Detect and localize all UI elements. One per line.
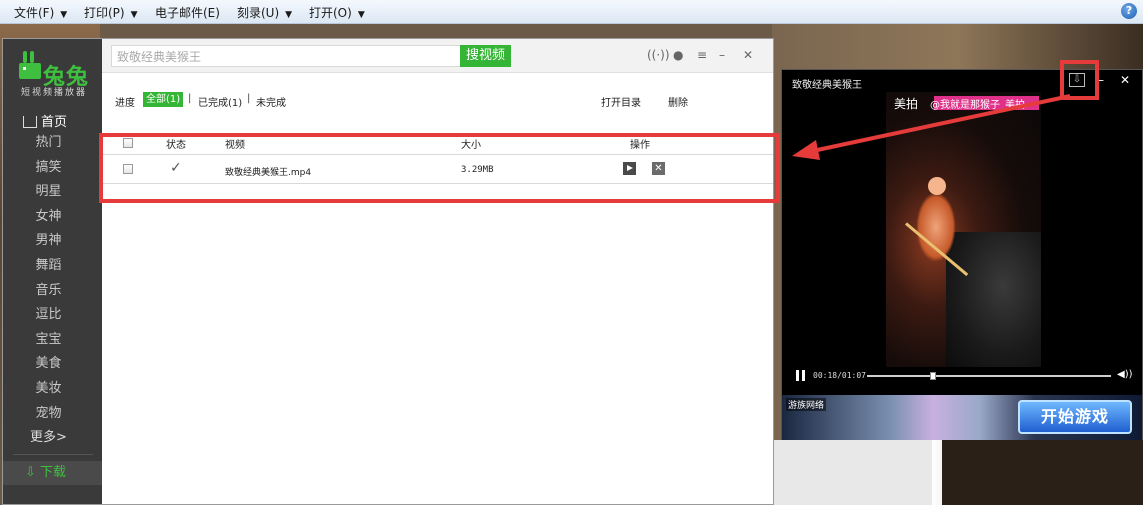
sidebar-item-stars[interactable]: 明星: [3, 180, 102, 205]
delete-button[interactable]: 删除: [668, 94, 688, 109]
menu-icon[interactable]: ≡: [697, 48, 707, 62]
progress-bar[interactable]: [867, 372, 1111, 380]
sidebar: 兔兔 短视频播放器 首页 热门 搞笑 明星 女神 男神 舞蹈 音乐 逗比 宝宝 …: [3, 39, 102, 504]
menu-file[interactable]: 文件(F) ▼: [14, 4, 67, 21]
pause-icon[interactable]: [796, 370, 805, 381]
home-icon: [23, 116, 37, 128]
top-bar: 搜视频 ((·)) ● ≡ – ✕: [102, 39, 773, 73]
close-icon[interactable]: ✕: [1120, 73, 1130, 87]
sidebar-item-food[interactable]: 美食: [3, 352, 102, 377]
divider: [13, 454, 93, 455]
sidebar-item-pets[interactable]: 宠物: [3, 402, 102, 427]
start-game-button[interactable]: 开始游戏: [1018, 400, 1132, 434]
help-icon[interactable]: ?: [1121, 3, 1137, 19]
time-display: 00:18/01:07: [813, 371, 866, 380]
audience-silhouette: [946, 232, 1041, 367]
filter-completed[interactable]: 已完成(1): [198, 94, 242, 109]
game-ad-banner[interactable]: 游族网络 开始游戏: [782, 395, 1142, 440]
sidebar-item-hot[interactable]: 热门: [3, 131, 102, 156]
sidebar-item-male-idol[interactable]: 男神: [3, 229, 102, 254]
annotation-arrow: [792, 94, 1071, 160]
menu-print[interactable]: 打印(P) ▼: [84, 4, 138, 21]
sidebar-item-dance[interactable]: 舞蹈: [3, 254, 102, 279]
player-title: 致敬经典美猴王: [792, 80, 862, 91]
volume-icon[interactable]: ◀)): [1117, 369, 1133, 380]
performer-figure: [916, 192, 956, 262]
filter-all[interactable]: 全部(1): [143, 92, 184, 107]
explorer-menubar: 文件(F) ▼ 打印(P) ▼ 电子邮件(E) 刻录(U) ▼ 打开(O) ▼ ?: [0, 0, 1143, 24]
sidebar-item-funny[interactable]: 搞笑: [3, 156, 102, 181]
chevron-down-icon: ▼: [60, 10, 68, 20]
sidebar-item-goddess[interactable]: 女神: [3, 205, 102, 230]
player-controls: 00:18/01:07 ◀)): [782, 366, 1143, 386]
chevron-down-icon: ▼: [130, 10, 138, 20]
chevron-down-icon: ▼: [357, 10, 365, 20]
rabbit-logo-icon: [19, 51, 41, 79]
sidebar-item-music[interactable]: 音乐: [3, 279, 102, 304]
chat-icon[interactable]: ●: [673, 48, 683, 62]
close-icon[interactable]: ✕: [743, 48, 753, 62]
annotation-highlight: [99, 133, 780, 203]
chevron-down-icon: ▼: [285, 10, 293, 20]
app-logo: 兔兔 短视频播放器: [17, 47, 97, 103]
search-input[interactable]: [111, 45, 461, 67]
sidebar-item-home[interactable]: 首页: [23, 111, 67, 130]
download-panel: 搜视频 ((·)) ● ≡ – ✕ 进度 全部(1) | 已完成(1) | 未完…: [102, 39, 773, 504]
sidebar-item-makeup[interactable]: 美妆: [3, 377, 102, 402]
performer-head: [928, 177, 946, 195]
filter-separator: |: [247, 93, 251, 104]
open-folder-button[interactable]: 打开目录: [601, 94, 641, 109]
filter-separator: |: [188, 93, 192, 104]
sidebar-item-download[interactable]: ⇩ 下载: [3, 461, 102, 485]
sidebar-item-baby[interactable]: 宝宝: [3, 328, 102, 353]
menu-open[interactable]: 打开(O) ▼: [309, 4, 365, 21]
logo-subtitle: 短视频播放器: [21, 88, 88, 98]
sidebar-item-comedy[interactable]: 逗比: [3, 303, 102, 328]
ad-brand: 游族网络: [786, 398, 827, 411]
filter-bar: 进度 全部(1) | 已完成(1) | 未完成 打开目录 删除: [102, 73, 773, 125]
search-button[interactable]: 搜视频: [460, 45, 511, 67]
filter-incomplete[interactable]: 未完成: [256, 94, 286, 109]
minimize-icon[interactable]: –: [719, 48, 725, 62]
sidebar-nav: 热门 搞笑 明星 女神 男神 舞蹈 音乐 逗比 宝宝 美食 美妆 宠物 更多>: [3, 131, 102, 451]
filter-label: 进度: [115, 98, 135, 109]
desktop-background: [772, 440, 1143, 505]
app-window: 兔兔 短视频播放器 首页 热门 搞笑 明星 女神 男神 舞蹈 音乐 逗比 宝宝 …: [2, 38, 774, 505]
menu-burn[interactable]: 刻录(U) ▼: [237, 4, 292, 21]
progress-thumb[interactable]: [929, 372, 936, 380]
signal-icon[interactable]: ((·)): [647, 48, 670, 62]
menu-email[interactable]: 电子邮件(E): [155, 4, 220, 21]
sidebar-item-more[interactable]: 更多>: [3, 426, 102, 451]
download-icon: ⇩: [25, 465, 41, 480]
